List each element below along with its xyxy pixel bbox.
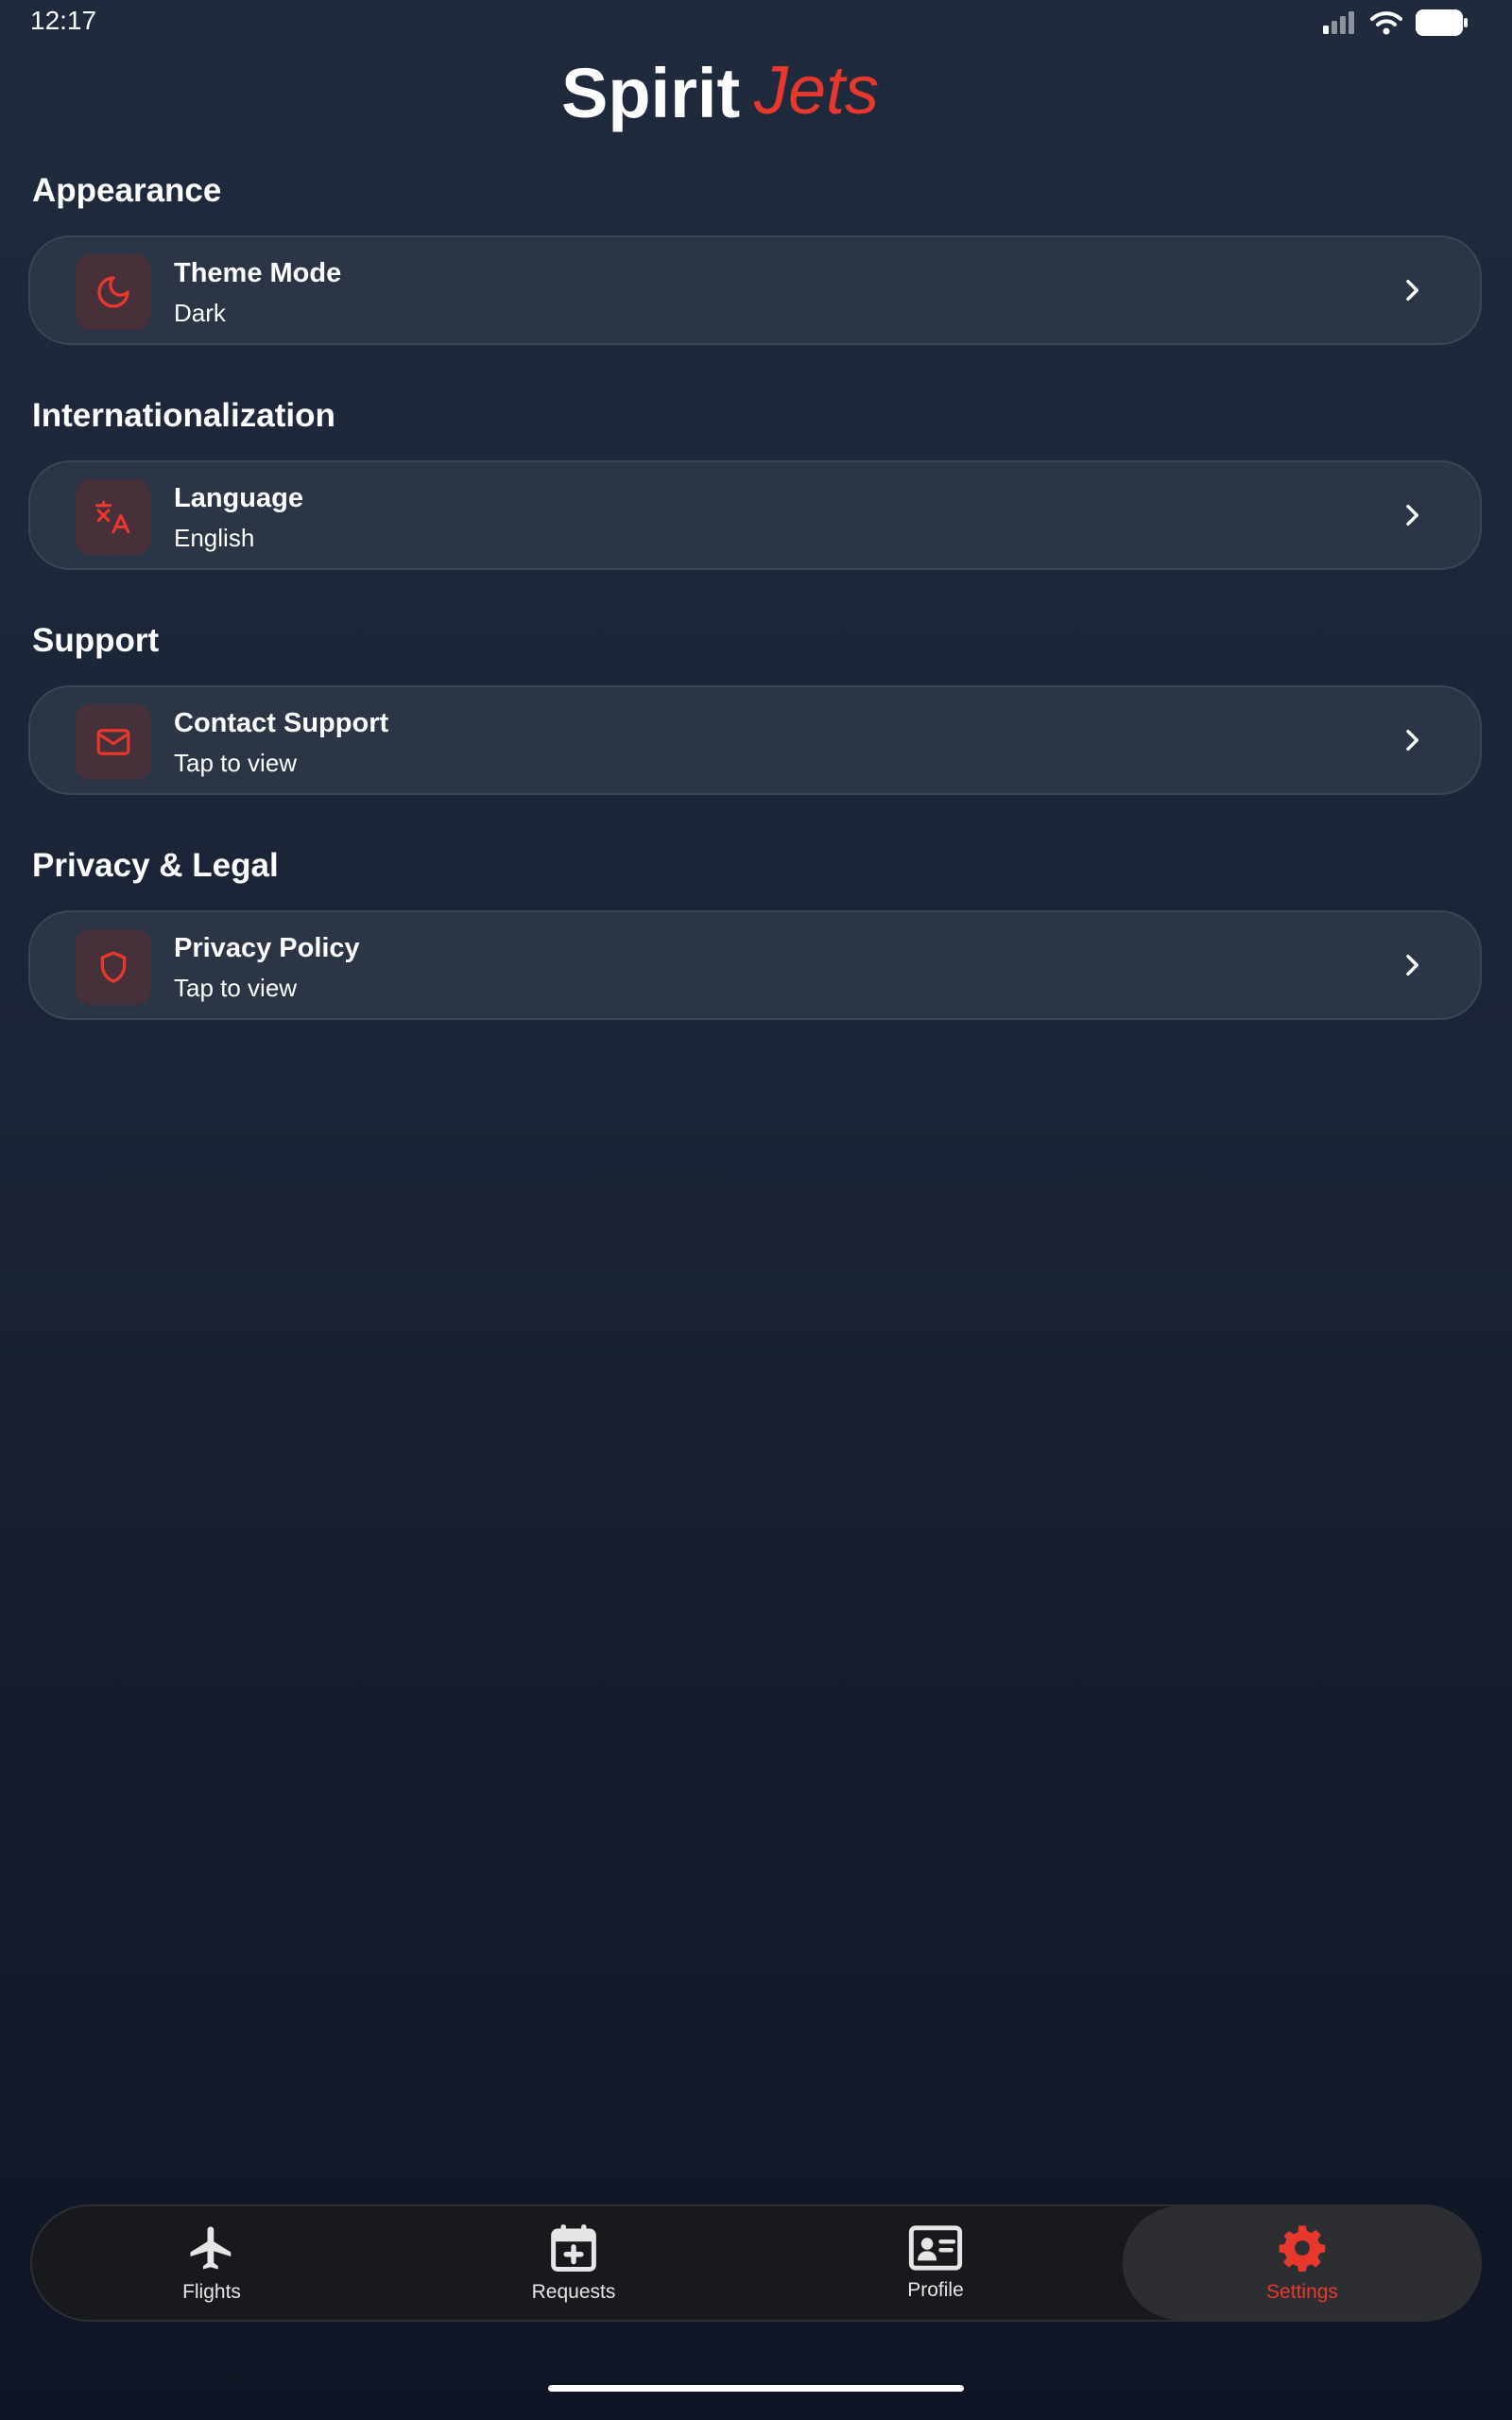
- settings-item-privacy-policy[interactable]: Privacy Policy Tap to view: [28, 910, 1482, 1020]
- gear-icon: [1279, 2225, 1326, 2272]
- nav-tab-flights[interactable]: Flights: [32, 2206, 391, 2320]
- settings-item-theme-mode[interactable]: Theme Mode Dark: [28, 235, 1482, 345]
- chevron-right-icon: [1406, 279, 1419, 302]
- mail-icon: [76, 704, 151, 780]
- logo-spirit: Spirit: [561, 59, 740, 132]
- chevron-right-icon: [1406, 954, 1419, 977]
- shield-icon: [76, 929, 151, 1005]
- nav-label: Flights: [182, 2281, 241, 2303]
- cellular-signal-icon: [1323, 11, 1354, 34]
- nav-tab-profile[interactable]: Profile: [756, 2206, 1115, 2320]
- section-title-appearance: Appearance: [32, 172, 222, 209]
- section-title-internationalization: Internationalization: [32, 397, 335, 434]
- item-title: Contact Support: [174, 708, 389, 738]
- battery-icon: [1416, 9, 1468, 36]
- section-title-privacy-legal: Privacy & Legal: [32, 847, 279, 884]
- item-value: Tap to view: [174, 974, 298, 1002]
- nav-label: Settings: [1266, 2281, 1338, 2303]
- chevron-right-icon: [1406, 504, 1419, 527]
- nav-label: Profile: [907, 2279, 964, 2301]
- bottom-nav: Flights Requests Profile Settings: [30, 2204, 1482, 2322]
- calendar-plus-icon: [551, 2224, 596, 2272]
- item-value: Dark: [174, 299, 226, 327]
- status-time: 12:17: [30, 6, 97, 35]
- item-value: English: [174, 524, 255, 552]
- airplane-icon: [190, 2226, 232, 2270]
- logo-jets: Jets: [753, 59, 879, 129]
- nav-tab-settings[interactable]: Settings: [1123, 2206, 1482, 2320]
- nav-label: Requests: [531, 2281, 616, 2303]
- item-value: Tap to view: [174, 749, 298, 777]
- nav-tab-requests[interactable]: Requests: [394, 2206, 753, 2320]
- item-title: Language: [174, 483, 303, 513]
- status-bar: 12:17: [0, 0, 1512, 45]
- section-title-support: Support: [32, 622, 160, 659]
- moon-icon: [76, 254, 151, 330]
- translate-icon: [76, 479, 151, 555]
- item-title: Theme Mode: [174, 258, 342, 288]
- app-logo: Spirit Jets: [0, 59, 1512, 134]
- home-indicator: [548, 2385, 964, 2392]
- settings-item-contact-support[interactable]: Contact Support Tap to view: [28, 685, 1482, 795]
- item-title: Privacy Policy: [174, 933, 360, 963]
- chevron-right-icon: [1406, 729, 1419, 752]
- status-icons: [1323, 9, 1469, 36]
- wifi-icon: [1370, 11, 1402, 35]
- settings-item-language[interactable]: Language English: [28, 460, 1482, 570]
- id-card-icon: [908, 2225, 963, 2271]
